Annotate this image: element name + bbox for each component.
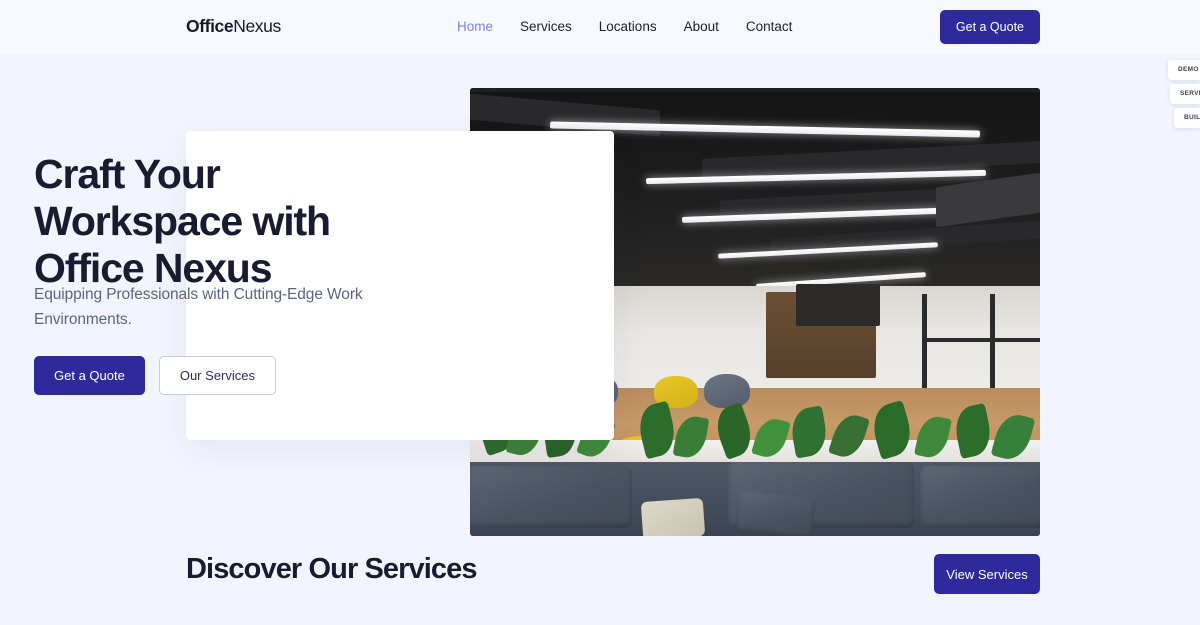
- nav-item-services[interactable]: Services: [520, 19, 572, 34]
- photo-sofa-cushion-left: [470, 466, 632, 528]
- hero-title: Craft Your Workspace with Office Nexus: [34, 151, 331, 291]
- site-logo[interactable]: OfficeNexus: [186, 16, 281, 37]
- hero-subtitle: Equipping Professionals with Cutting-Edg…: [34, 286, 363, 328]
- photo-counter-top-unit: [796, 284, 880, 326]
- logo-bold-text: Office: [186, 16, 234, 36]
- hero-section: Craft Your Workspace with Office Nexus E…: [0, 54, 1200, 536]
- photo-sofa-cushion-right: [920, 466, 1040, 528]
- logo-light-text: Nexus: [233, 16, 281, 36]
- photo-beanbag-gray-2: [704, 374, 750, 408]
- photo-ceiling-beam-1: [470, 88, 1040, 92]
- hero-get-a-quote-button[interactable]: Get a Quote: [34, 356, 145, 395]
- services-section-title: Discover Our Services: [186, 553, 478, 585]
- hero-our-services-button[interactable]: Our Services: [158, 356, 276, 395]
- nav-item-about[interactable]: About: [684, 19, 719, 34]
- view-services-button[interactable]: View Services: [934, 554, 1040, 594]
- page-root: OfficeNexus Home Services Locations Abou…: [0, 0, 1200, 625]
- nav-item-locations[interactable]: Locations: [599, 19, 657, 34]
- nav-item-contact[interactable]: Contact: [746, 19, 793, 34]
- header-get-a-quote-button[interactable]: Get a Quote: [939, 10, 1040, 44]
- site-header: OfficeNexus Home Services Locations Abou…: [0, 0, 1200, 54]
- nav-item-home[interactable]: Home: [457, 19, 493, 34]
- photo-window-rail: [922, 338, 1040, 342]
- main-navigation: Home Services Locations About Contact: [457, 19, 792, 34]
- hero-actions: Get a Quote Our Services: [34, 356, 276, 395]
